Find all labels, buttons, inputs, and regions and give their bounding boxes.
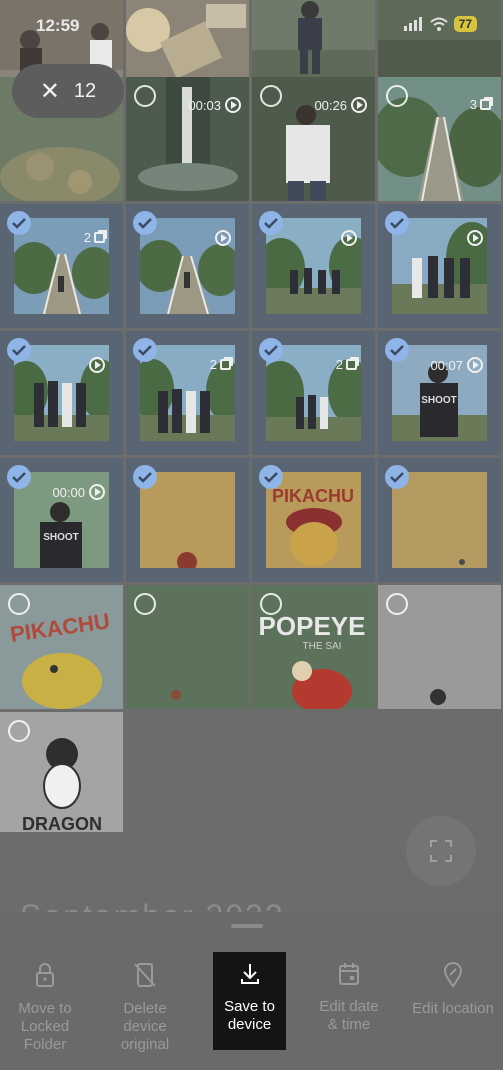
multi-photo-icon [94,232,105,243]
multi-photo-icon [346,359,357,370]
photo-tile-selected[interactable]: 2 [0,204,123,328]
video-indicator [89,357,105,373]
photo-tile[interactable]: 00:03 [126,77,249,201]
battery-indicator: 77 [453,16,477,32]
selected-check-icon[interactable] [385,211,409,235]
play-icon [225,97,241,113]
selected-check-icon[interactable] [259,338,283,362]
selected-check-icon[interactable] [7,211,31,235]
save-to-device-button[interactable]: Save to device [213,952,286,1050]
move-to-locked-folder-button[interactable]: Move to Locked Folder [0,952,90,1070]
photos-screen: 00:03 00:26 3 2 2 2 SHOOT 00:07 SHOOT 00… [0,0,503,1070]
play-icon [467,230,483,246]
photo-tile-selected[interactable]: SHOOT 00:07 [378,331,501,455]
selected-check-icon[interactable] [259,465,283,489]
selected-check-icon[interactable] [385,465,409,489]
select-circle[interactable] [386,85,408,107]
photo-tile-selected[interactable] [126,458,249,582]
burst-count: 3 [470,97,491,112]
burst-count: 2 [84,230,105,245]
video-duration: 00:26 [314,97,367,113]
selected-check-icon[interactable] [133,338,157,362]
photo-tile[interactable] [378,585,501,709]
play-icon [89,357,105,373]
delete-phone-icon [134,963,156,987]
edit-date-time-button[interactable]: Edit date & time [304,952,394,1070]
action-label: Edit location [412,1000,494,1017]
wifi-icon [429,17,448,31]
multi-photo-icon [220,359,231,370]
download-icon [240,964,259,984]
selection-count: 12 [73,79,97,102]
selected-check-icon[interactable] [7,465,31,489]
video-duration: 00:07 [430,357,483,373]
photo-tile[interactable]: PIKACHU [0,585,123,709]
svg-text:SHOOT: SHOOT [421,395,457,406]
photo-tile[interactable]: POPEYE THE SAI [252,585,375,709]
action-label: Delete device original [120,1000,170,1053]
photo-tile[interactable]: 3 [378,77,501,201]
photo-tile[interactable]: DRAGON [0,712,123,832]
video-duration: 00:00 [52,484,105,500]
play-icon [89,484,105,500]
photo-tile-selected[interactable] [252,204,375,328]
video-indicator [467,230,483,246]
select-circle[interactable] [260,593,282,615]
play-icon [351,97,367,113]
photo-tile-selected[interactable]: 2 [126,331,249,455]
action-label: Save to device [224,998,275,1033]
popeye-subtitle-text: THE SAI [303,641,342,652]
signal-icon [403,17,422,31]
action-label: Edit date & time [319,998,379,1033]
select-circle[interactable] [134,85,156,107]
selected-check-icon[interactable] [259,211,283,235]
dragon-title-text: DRAGON [22,814,102,832]
selected-check-icon[interactable] [133,465,157,489]
status-icons: 77 [403,16,477,32]
video-duration: 00:03 [188,97,241,113]
fullscreen-icon [430,840,452,862]
photo-tile-selected[interactable]: PIKACHU [252,458,375,582]
select-circle[interactable] [134,593,156,615]
lock-icon [36,963,54,987]
action-sheet: Move to Locked Folder Delete device orig… [0,912,503,1070]
select-circle[interactable] [8,593,30,615]
calendar-icon [339,963,359,985]
multi-photo-icon [480,99,491,110]
photo-tile-selected[interactable]: SHOOT 00:00 [0,458,123,582]
burst-count: 2 [336,357,357,372]
video-indicator [341,230,357,246]
location-icon [443,962,463,988]
photo-tile[interactable] [126,585,249,709]
pikachu-logo-text: PIKACHU [272,486,354,506]
photo-tile-selected[interactable] [0,331,123,455]
drag-handle[interactable] [231,924,263,928]
delete-device-original-button[interactable]: Delete device original [100,952,190,1070]
play-icon [215,230,231,246]
close-icon[interactable]: ✕ [40,77,60,106]
photo-tile-selected[interactable] [378,204,501,328]
svg-text:SHOOT: SHOOT [43,532,79,543]
burst-count: 2 [210,357,231,372]
photo-tile-selected[interactable] [378,458,501,582]
select-circle[interactable] [8,720,30,742]
edit-location-button[interactable]: Edit location [403,952,503,1070]
select-circle[interactable] [386,593,408,615]
selected-check-icon[interactable] [385,338,409,362]
selection-count-pill[interactable]: ✕ 12 [12,64,124,118]
photo-tile-selected[interactable]: 2 [252,331,375,455]
play-icon [341,230,357,246]
photo-tile[interactable]: 00:26 [252,77,375,201]
select-circle[interactable] [260,85,282,107]
action-label: Move to Locked Folder [18,1000,72,1053]
selected-check-icon[interactable] [7,338,31,362]
selected-check-icon[interactable] [133,211,157,235]
video-indicator [215,230,231,246]
status-time: 12:59 [36,16,80,35]
popeye-title-text: POPEYE [259,611,366,641]
photo-tile-selected[interactable] [126,204,249,328]
play-icon [467,357,483,373]
fullscreen-button[interactable] [406,816,476,886]
